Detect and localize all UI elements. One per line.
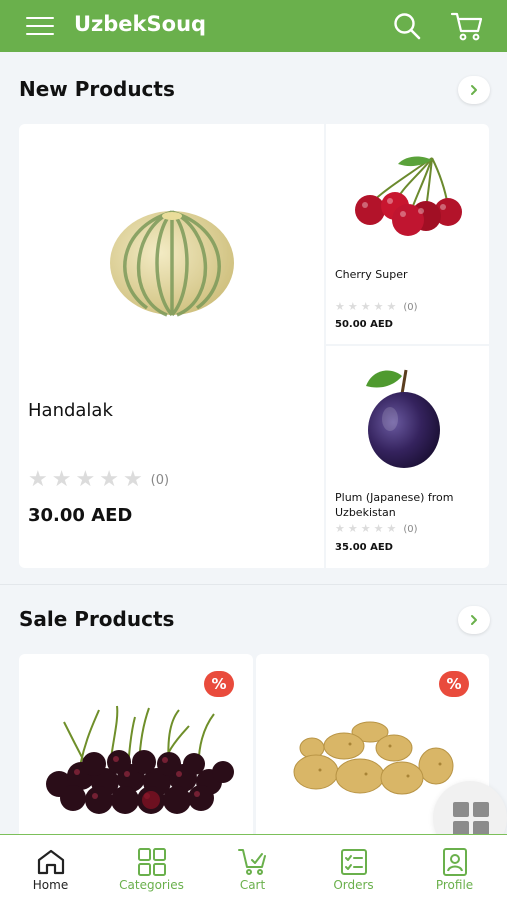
section-title-new-products: New Products bbox=[19, 77, 175, 101]
section-divider bbox=[0, 584, 507, 585]
nav-label: Profile bbox=[435, 878, 474, 892]
orders-icon bbox=[341, 849, 367, 875]
rating-stars: ★ ★ ★ ★ ★ (0) bbox=[335, 300, 418, 313]
product-card-cherry-super[interactable]: Cherry Super ★ ★ ★ ★ ★ (0) 50.00 AED bbox=[326, 124, 489, 344]
profile-icon bbox=[443, 848, 467, 876]
product-card-handalak[interactable]: Handalak ★ ★ ★ ★ ★ (0) 30.00 AED bbox=[19, 124, 324, 568]
nav-categories[interactable]: Categories bbox=[101, 835, 202, 900]
nav-label: Home bbox=[32, 878, 69, 892]
plum-image bbox=[366, 369, 440, 468]
black-cherries-image bbox=[46, 705, 234, 814]
discount-badge: % bbox=[439, 671, 469, 697]
nav-home[interactable]: Home bbox=[0, 835, 101, 900]
rating-count: (0) bbox=[150, 472, 170, 488]
section-title-sale-products: Sale Products bbox=[19, 607, 175, 631]
chevron-right-icon bbox=[471, 85, 477, 95]
discount-badge: % bbox=[204, 671, 234, 697]
product-name: Cherry Super bbox=[335, 268, 408, 281]
grid-icon bbox=[453, 802, 489, 836]
product-price: 35.00 AED bbox=[335, 542, 393, 553]
grid-icon bbox=[138, 848, 166, 876]
nav-cart[interactable]: Cart bbox=[202, 835, 303, 900]
menu-icon[interactable] bbox=[26, 15, 54, 37]
rating-count: (0) bbox=[403, 523, 418, 535]
cherries-image bbox=[355, 156, 462, 236]
melon-image bbox=[110, 210, 234, 317]
product-card-plum[interactable]: Plum (Japanese) from Uzbekistan ★ ★ ★ ★ ★ (0… bbox=[326, 346, 489, 568]
rating-stars: ★ ★ ★ ★ ★ (0) bbox=[28, 467, 170, 492]
product-name: Plum (Japanese) from Uzbekistan bbox=[335, 491, 454, 519]
product-price: 30.00 AED bbox=[28, 505, 133, 526]
rating-stars: ★ ★ ★ ★ ★ (0) bbox=[335, 522, 418, 535]
nav-label: Categories bbox=[119, 878, 184, 892]
app-title: UzbekSouq bbox=[74, 12, 207, 36]
search-icon[interactable] bbox=[392, 11, 422, 41]
home-icon bbox=[37, 849, 65, 875]
product-price: 50.00 AED bbox=[335, 319, 393, 330]
rating-count: (0) bbox=[403, 301, 418, 313]
potatoes-image bbox=[293, 721, 454, 795]
new-products-more-button[interactable] bbox=[458, 76, 490, 104]
sale-product-card-cherries[interactable]: % bbox=[19, 654, 253, 834]
nav-label: Cart bbox=[239, 878, 266, 892]
bottom-navigation: Home Categories Cart Orders Profile bbox=[0, 834, 507, 900]
nav-orders[interactable]: Orders bbox=[303, 835, 404, 900]
nav-label: Orders bbox=[333, 878, 374, 892]
cart-icon[interactable] bbox=[450, 10, 484, 42]
product-name: Handalak bbox=[28, 400, 113, 421]
nav-profile[interactable]: Profile bbox=[404, 835, 505, 900]
chevron-right-icon bbox=[471, 615, 477, 625]
sale-products-more-button[interactable] bbox=[458, 606, 490, 634]
cart-icon bbox=[238, 849, 266, 875]
top-app-bar: UzbekSouq bbox=[0, 0, 507, 52]
